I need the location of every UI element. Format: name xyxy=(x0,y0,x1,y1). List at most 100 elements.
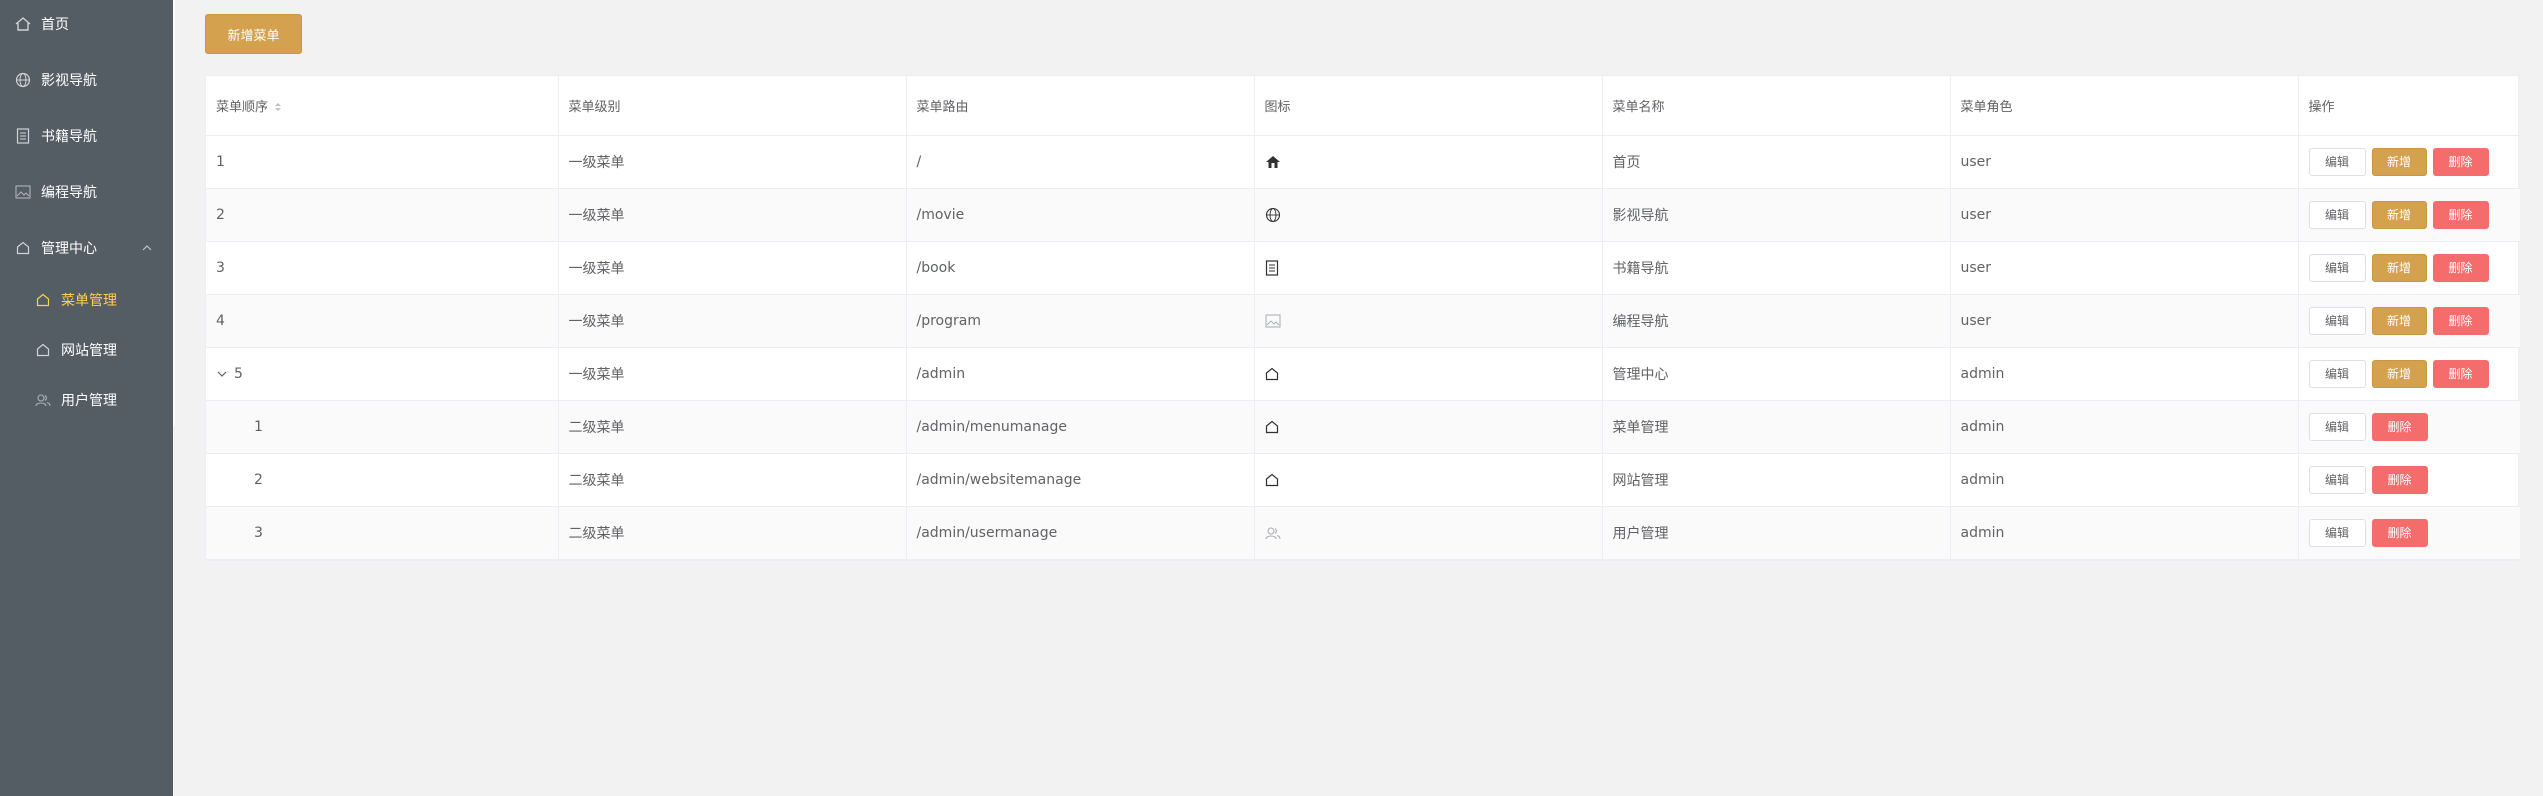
role-cell: admin xyxy=(1950,400,2299,454)
delete-button[interactable]: 删除 xyxy=(2371,465,2428,494)
actions-cell: 编辑 新增 删除 xyxy=(2298,241,2520,295)
sidebar-divider xyxy=(173,0,175,426)
delete-button[interactable]: 删除 xyxy=(2432,200,2489,229)
table-row: 2 二级菜单 /admin/websitemanage 网站管理 admin 编… xyxy=(206,453,2520,507)
table-row: 3 一级菜单 /book 书籍导航 user 编辑 新增 删除 xyxy=(206,241,2520,295)
sidebar-item-program[interactable]: 编程导航 xyxy=(0,164,173,220)
table-row: 1 一级菜单 / 首页 user 编辑 新增 删除 xyxy=(206,135,2520,189)
add-menu-button[interactable]: 新增菜单 xyxy=(205,14,302,54)
level-cell: 一级菜单 xyxy=(558,135,907,189)
level-cell: 二级菜单 xyxy=(558,400,907,454)
table-row: 2 一级菜单 /movie 影视导航 user 编辑 新增 删除 xyxy=(206,188,2520,242)
table-row: 1 二级菜单 /admin/menumanage 菜单管理 admin 编辑 删除 xyxy=(206,400,2520,454)
delete-button[interactable]: 删除 xyxy=(2432,253,2489,282)
role-cell: admin xyxy=(1950,506,2299,560)
level-cell: 一级菜单 xyxy=(558,188,907,242)
image-icon xyxy=(1265,313,1281,329)
route-cell: /admin/usermanage xyxy=(906,506,1255,560)
sidebar-item-user-manage[interactable]: 用户管理 xyxy=(0,372,173,428)
add-button[interactable]: 新增 xyxy=(2371,359,2427,388)
sidebar-item-label: 影视导航 xyxy=(41,73,97,89)
order-cell: 5 xyxy=(206,347,559,401)
role-cell: admin xyxy=(1950,347,2299,401)
edit-button[interactable]: 编辑 xyxy=(2308,465,2366,494)
edit-button[interactable]: 编辑 xyxy=(2308,359,2366,388)
column-header-order[interactable]: 菜单顺序 xyxy=(206,76,559,136)
sidebar-item-menu-manage[interactable]: 菜单管理 xyxy=(0,272,173,328)
name-cell: 管理中心 xyxy=(1602,347,1951,401)
delete-button[interactable]: 删除 xyxy=(2432,147,2489,176)
role-cell: user xyxy=(1950,188,2299,242)
sidebar-item-label: 首页 xyxy=(41,17,69,33)
order-cell: 1 xyxy=(206,135,559,189)
level-cell: 二级菜单 xyxy=(558,506,907,560)
sidebar-item-label: 管理中心 xyxy=(41,241,97,257)
delete-button[interactable]: 删除 xyxy=(2371,518,2428,547)
sidebar-item-label: 编程导航 xyxy=(41,185,97,201)
add-button[interactable]: 新增 xyxy=(2371,200,2427,229)
sidebar-item-website-manage[interactable]: 网站管理 xyxy=(0,322,173,378)
add-button[interactable]: 新增 xyxy=(2371,147,2427,176)
table-row: 5 一级菜单 /admin 管理中心 admin 编辑 新增 删除 xyxy=(206,347,2520,401)
route-cell: /admin xyxy=(906,347,1255,401)
house-icon xyxy=(13,238,33,258)
globe-icon xyxy=(13,70,33,90)
sidebar-item-admin[interactable]: 管理中心 xyxy=(0,220,173,276)
edit-button[interactable]: 编辑 xyxy=(2308,200,2366,229)
column-header-route: 菜单路由 xyxy=(906,76,1255,136)
actions-cell: 编辑 新增 删除 xyxy=(2298,347,2520,401)
delete-button[interactable]: 删除 xyxy=(2432,306,2489,335)
role-cell: user xyxy=(1950,135,2299,189)
route-cell: /admin/websitemanage xyxy=(906,453,1255,507)
chevron-down-icon[interactable] xyxy=(216,368,228,380)
book-icon xyxy=(13,126,33,146)
add-button[interactable]: 新增 xyxy=(2371,253,2427,282)
order-cell: 3 xyxy=(206,241,559,295)
column-header-level: 菜单级别 xyxy=(558,76,907,136)
name-cell: 首页 xyxy=(1602,135,1951,189)
house-icon xyxy=(33,340,53,360)
actions-cell: 编辑 新增 删除 xyxy=(2298,135,2520,189)
sidebar-item-book[interactable]: 书籍导航 xyxy=(0,108,173,164)
edit-button[interactable]: 编辑 xyxy=(2308,253,2366,282)
column-header-actions: 操作 xyxy=(2298,76,2520,136)
delete-button[interactable]: 删除 xyxy=(2432,359,2489,388)
image-icon xyxy=(13,182,33,202)
name-cell: 网站管理 xyxy=(1602,453,1951,507)
sidebar: 首页 影视导航 书籍导航 编程导航 管理中心 菜单管理 网站管理 用户管理 xyxy=(0,0,173,796)
delete-button[interactable]: 删除 xyxy=(2371,412,2428,441)
name-cell: 编程导航 xyxy=(1602,294,1951,348)
order-cell: 2 xyxy=(206,188,559,242)
order-cell: 1 xyxy=(206,400,559,454)
role-cell: user xyxy=(1950,241,2299,295)
house-icon xyxy=(1265,366,1279,382)
edit-button[interactable]: 编辑 xyxy=(2308,147,2366,176)
name-cell: 菜单管理 xyxy=(1602,400,1951,454)
edit-button[interactable]: 编辑 xyxy=(2308,306,2366,335)
sidebar-item-label: 用户管理 xyxy=(61,393,117,409)
add-button[interactable]: 新增 xyxy=(2371,306,2427,335)
column-header-name: 菜单名称 xyxy=(1602,76,1951,136)
column-header-icon: 图标 xyxy=(1254,76,1603,136)
actions-cell: 编辑 新增 删除 xyxy=(2298,294,2520,348)
home-icon xyxy=(1265,154,1281,170)
role-cell: admin xyxy=(1950,453,2299,507)
route-cell: /program xyxy=(906,294,1255,348)
sidebar-item-label: 网站管理 xyxy=(61,343,117,359)
level-cell: 二级菜单 xyxy=(558,453,907,507)
sidebar-item-home[interactable]: 首页 xyxy=(0,0,173,52)
book-icon xyxy=(1265,259,1279,276)
order-cell: 2 xyxy=(206,453,559,507)
house-icon xyxy=(1265,419,1279,435)
users-icon xyxy=(33,390,53,410)
role-cell: user xyxy=(1950,294,2299,348)
edit-button[interactable]: 编辑 xyxy=(2308,412,2366,441)
order-cell: 3 xyxy=(206,506,559,560)
globe-icon xyxy=(1265,207,1281,223)
level-cell: 一级菜单 xyxy=(558,294,907,348)
sidebar-item-movie[interactable]: 影视导航 xyxy=(0,52,173,108)
column-header-role: 菜单角色 xyxy=(1950,76,2299,136)
edit-button[interactable]: 编辑 xyxy=(2308,518,2366,547)
users-icon xyxy=(1265,525,1281,541)
sort-caret-icon[interactable] xyxy=(274,101,282,113)
